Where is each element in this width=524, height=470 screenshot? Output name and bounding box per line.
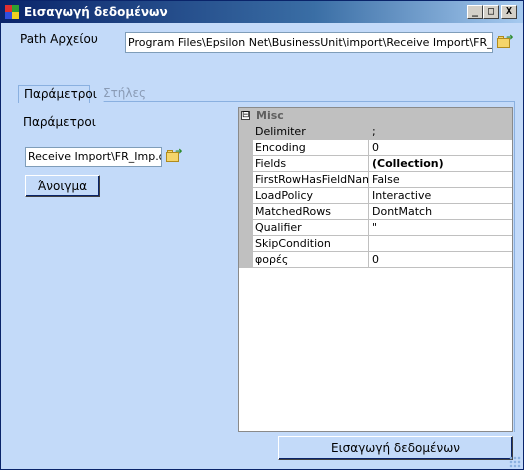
property-name: Qualifier — [255, 221, 302, 234]
column-separator — [368, 140, 369, 156]
folder-open-icon[interactable]: ➜ — [166, 148, 183, 163]
property-rows: Delimiter; Encoding 0 Fields (Collection) Fir… — [253, 124, 512, 268]
path-label: Path Αρχείου — [20, 32, 98, 46]
property-name: Encoding — [255, 141, 306, 154]
property-value[interactable]: Interactive — [372, 188, 431, 203]
property-value[interactable]: (Collection) — [372, 156, 444, 171]
property-grid[interactable]: ⊟ Misc Delimiter; Encoding 0 Fields (Collect… — [238, 107, 513, 432]
collapse-icon[interactable]: ⊟ — [241, 111, 250, 120]
property-row[interactable]: Encoding 0 — [253, 140, 512, 156]
property-name: MatchedRows — [255, 205, 331, 218]
property-name: φορές — [255, 253, 289, 266]
file-path-input[interactable]: Program Files\Epsilon Net\BusinessUnit\i… — [125, 32, 493, 53]
import-data-button[interactable]: Εισαγωγή δεδομένων — [278, 436, 513, 460]
property-name: LoadPolicy — [255, 189, 314, 202]
column-separator — [368, 188, 369, 204]
maximize-button[interactable]: □ — [483, 5, 499, 19]
property-value[interactable]: ; — [372, 124, 376, 139]
property-name: Delimiter — [255, 125, 306, 138]
property-row[interactable]: SkipCondition — [253, 236, 512, 252]
property-row[interactable]: LoadPolicy Interactive — [253, 188, 512, 204]
property-value[interactable]: " — [372, 220, 377, 235]
column-separator — [368, 172, 369, 188]
property-row[interactable]: Delimiter; — [253, 124, 512, 140]
column-separator — [368, 220, 369, 236]
property-value[interactable]: 0 — [372, 140, 379, 155]
property-name: SkipCondition — [255, 237, 331, 250]
property-value[interactable]: 0 — [372, 252, 379, 267]
window-title: Εισαγωγή δεδομένων — [24, 5, 168, 19]
tab-columns[interactable]: Στήλες — [98, 85, 158, 103]
property-name: FirstRowHasFieldName — [255, 173, 369, 186]
property-row[interactable]: FirstRowHasFieldName False — [253, 172, 512, 188]
title-bar[interactable]: Εισαγωγή δεδομένων _ □ X — [1, 1, 523, 23]
property-category[interactable]: ⊟ Misc — [239, 108, 512, 124]
column-separator — [368, 236, 369, 252]
column-separator — [368, 204, 369, 220]
property-row[interactable]: Qualifier " — [253, 220, 512, 236]
property-row[interactable]: φορές 0 — [253, 252, 512, 268]
import-dialog-window: Εισαγωγή δεδομένων _ □ X Path Αρχείου Pr… — [0, 0, 524, 470]
property-grid-margin — [239, 124, 253, 268]
app-icon — [5, 5, 19, 19]
tab-parameters[interactable]: Παράμετροι — [18, 85, 97, 103]
column-separator — [368, 252, 369, 268]
category-label: Misc — [256, 109, 284, 122]
property-value[interactable]: DontMatch — [372, 204, 432, 219]
close-button[interactable]: X — [501, 5, 517, 19]
control-file-input[interactable]: Receive Import\FR_Imp.ctl — [25, 147, 162, 167]
column-separator — [368, 124, 369, 140]
property-row[interactable]: Fields (Collection) — [253, 156, 512, 172]
tab-strip: Παράμετροι Στήλες — [18, 85, 515, 103]
column-separator — [368, 156, 369, 172]
property-row[interactable]: MatchedRows DontMatch — [253, 204, 512, 220]
open-button[interactable]: Άνοιγμα — [25, 175, 100, 197]
minimize-button[interactable]: _ — [467, 5, 483, 19]
property-name: Fields — [255, 157, 287, 170]
folder-open-icon[interactable]: ➜ — [497, 34, 514, 49]
property-value[interactable]: False — [372, 172, 400, 187]
resize-grip[interactable] — [509, 456, 521, 468]
parameters-label: Παράμετροι — [23, 115, 96, 129]
